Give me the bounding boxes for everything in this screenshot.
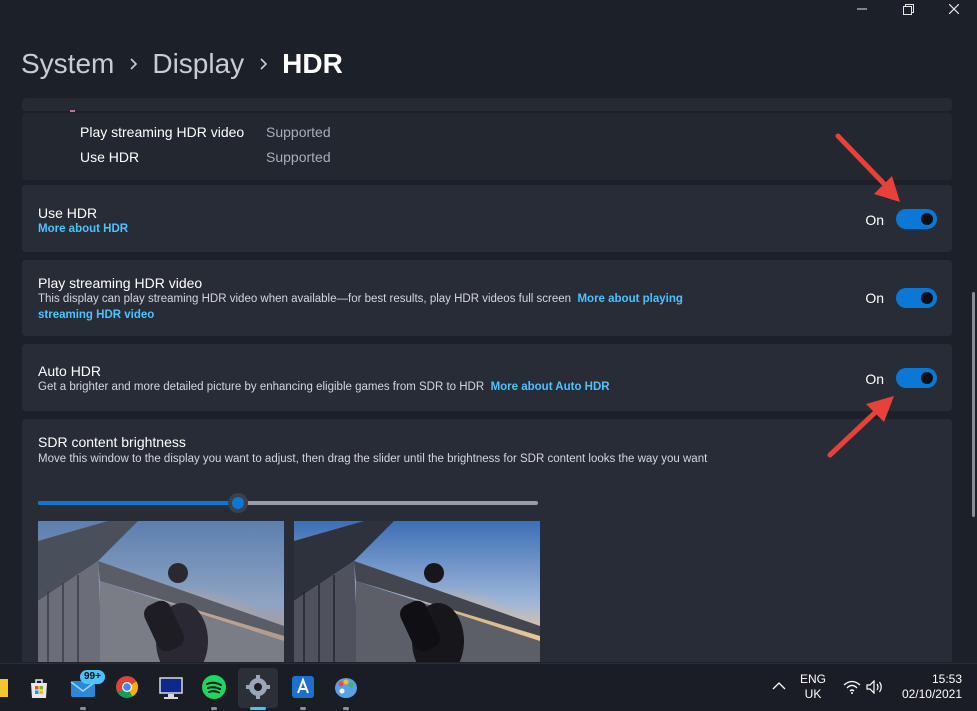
app-icon[interactable] xyxy=(290,674,316,700)
volume-icon[interactable] xyxy=(866,679,884,711)
clock-time: 15:53 xyxy=(931,672,962,686)
streaming-hdr-desc-text: This display can play streaming HDR vide… xyxy=(38,293,572,305)
slider-thumb[interactable] xyxy=(228,493,248,513)
streaming-hdr-state: On xyxy=(865,290,884,306)
streaming-hdr-description: This display can play streaming HDR vide… xyxy=(38,292,738,323)
keyboard-layout: UK xyxy=(804,687,822,701)
show-hidden-icons-button[interactable] xyxy=(772,680,786,711)
language-indicator[interactable]: ENG UK xyxy=(800,672,826,711)
sdr-brightness-setting: SDR content brightness Move this window … xyxy=(22,419,952,662)
settings-icon[interactable] xyxy=(245,674,271,700)
breadcrumb-system[interactable]: System xyxy=(21,48,114,80)
annotation-arrow-icon xyxy=(835,133,900,202)
use-hdr-state: On xyxy=(865,212,884,228)
auto-hdr-state: On xyxy=(865,371,884,387)
spotify-icon[interactable] xyxy=(201,674,227,700)
chrome-icon[interactable] xyxy=(114,674,140,700)
more-about-auto-hdr-link[interactable]: More about Auto HDR xyxy=(491,381,610,393)
display-capabilities-card: Play streaming HDR video Supported Use H… xyxy=(22,113,952,180)
running-indicator xyxy=(343,707,349,710)
use-hdr-toggle[interactable] xyxy=(896,209,937,229)
close-icon xyxy=(949,4,959,14)
streaming-hdr-setting: Play streaming HDR video This display ca… xyxy=(22,260,952,336)
auto-hdr-setting: Auto HDR Get a brighter and more detaile… xyxy=(22,344,952,411)
annotation-arrow-icon xyxy=(827,396,894,458)
capability-row: Use HDR Supported xyxy=(80,149,331,165)
sdr-brightness-slider[interactable] xyxy=(38,493,538,513)
wifi-icon[interactable] xyxy=(843,680,861,711)
display-capabilities-header xyxy=(22,98,952,111)
monitor-app-icon[interactable] xyxy=(158,674,184,700)
more-about-streaming-link-cont[interactable]: streaming HDR video xyxy=(38,309,154,321)
clock-date: 02/10/2021 xyxy=(901,687,962,701)
minimize-button[interactable] xyxy=(839,0,885,18)
capability-label: Play streaming HDR video xyxy=(80,124,245,140)
minimize-icon xyxy=(857,8,867,10)
auto-hdr-title: Auto HDR xyxy=(38,363,102,379)
sdr-brightness-description: Move this window to the display you want… xyxy=(38,453,708,465)
paint-icon[interactable] xyxy=(333,674,359,700)
running-indicator xyxy=(211,707,217,710)
window-controls xyxy=(839,0,977,18)
more-about-hdr-link[interactable]: More about HDR xyxy=(38,222,128,238)
streaming-hdr-toggle[interactable] xyxy=(896,288,937,308)
capability-value: Supported xyxy=(266,124,331,140)
hdr-preview-image xyxy=(294,521,540,662)
auto-hdr-toggle[interactable] xyxy=(896,368,937,388)
page-title: HDR xyxy=(282,48,343,79)
restore-icon xyxy=(902,3,914,15)
settings-content[interactable]: Play streaming HDR video Supported Use H… xyxy=(22,98,952,662)
content-scrollbar[interactable] xyxy=(972,292,975,517)
taskbar: 99+ ENG UK 15:53 02/10/2021 xyxy=(0,663,977,711)
toggle-knob xyxy=(921,372,933,384)
store-icon[interactable] xyxy=(26,674,52,700)
chevron-right-icon xyxy=(260,58,268,70)
sdr-preview-image xyxy=(38,521,284,662)
breadcrumb-display[interactable]: Display xyxy=(152,48,244,80)
clock[interactable]: 15:53 02/10/2021 xyxy=(898,672,962,711)
toggle-knob xyxy=(921,213,933,225)
slider-fill xyxy=(38,501,238,505)
sdr-brightness-title: SDR content brightness xyxy=(38,434,186,450)
streaming-hdr-title: Play streaming HDR video xyxy=(38,275,203,291)
use-hdr-title: Use HDR xyxy=(38,205,98,221)
restore-button[interactable] xyxy=(885,0,931,18)
toggle-knob xyxy=(921,292,933,304)
pink-marker xyxy=(70,110,75,112)
running-indicator xyxy=(300,707,306,710)
auto-hdr-description: Get a brighter and more detailed picture… xyxy=(38,380,610,396)
capability-value: Supported xyxy=(266,149,331,165)
more-about-streaming-link[interactable]: More about playing xyxy=(577,293,682,305)
capability-row: Play streaming HDR video Supported xyxy=(80,124,331,140)
language-code: ENG xyxy=(800,672,827,686)
active-indicator xyxy=(250,707,266,710)
explorer-icon[interactable] xyxy=(0,674,8,700)
capability-label: Use HDR xyxy=(80,149,140,165)
running-indicator xyxy=(80,707,86,710)
close-button[interactable] xyxy=(931,0,977,18)
breadcrumb: System Display HDR xyxy=(21,48,343,80)
mail-badge: 99+ xyxy=(80,670,105,684)
auto-hdr-desc-text: Get a brighter and more detailed picture… xyxy=(38,381,485,393)
chevron-right-icon xyxy=(130,58,138,70)
use-hdr-setting: Use HDR More about HDR On xyxy=(22,185,952,252)
chevron-up-icon xyxy=(772,682,786,690)
